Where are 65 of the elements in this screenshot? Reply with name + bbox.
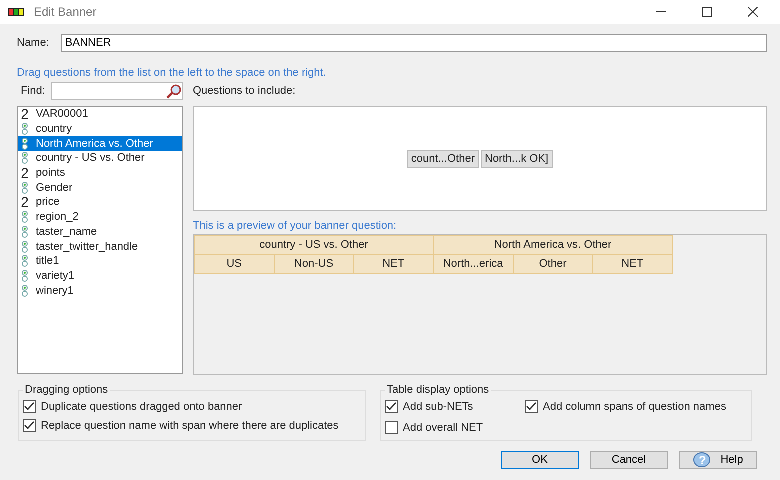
categorical-icon [21,123,29,136]
numeric-icon: 2 [20,166,30,180]
span-header: country - US vs. Other [194,236,434,254]
column-header: NET [592,254,672,274]
window-title: Edit Banner [34,5,97,19]
question-item[interactable]: North America vs. Other [18,136,182,152]
column-header: NET [354,254,434,274]
option-label: Add sub-NETs [403,400,474,412]
find-field[interactable] [51,82,183,100]
categorical-icon [21,182,29,194]
question-item[interactable]: taster_twitter_handle [18,239,182,254]
question-item[interactable]: region_2 [18,210,182,224]
option-label: Add overall NET [403,422,484,434]
maximize-icon[interactable] [702,7,712,17]
question-chip[interactable]: North...k OK] [481,150,553,168]
question-item[interactable]: taster_name [18,224,182,240]
checkbox[interactable] [23,400,36,413]
question-item[interactable]: winery1 [18,283,182,298]
numeric-icon: 2 [20,107,30,122]
option-label: Duplicate questions dragged onto banner [41,400,242,412]
help-icon: ? [692,452,713,468]
categorical-icon [21,270,29,282]
categorical-icon [21,240,29,253]
close-icon[interactable] [748,7,758,17]
search-icon[interactable] [166,84,182,98]
checkbox[interactable] [385,400,398,413]
column-header: Other [513,254,593,274]
question-item[interactable]: 2 price [18,195,182,210]
checkbox[interactable] [525,400,538,413]
question-item[interactable]: country [18,122,182,136]
categorical-icon [21,211,29,224]
column-header: US [194,254,274,274]
help-button[interactable]: ? Help [679,451,757,469]
name-label: Name: [17,37,50,49]
checkbox[interactable] [385,421,398,434]
instruction-text: Drag questions from the list on the left to the space on the right. [17,67,328,79]
group-title: Dragging options [24,384,110,396]
column-header: Non-US [274,254,354,274]
span-header: North America vs. Other [434,236,672,254]
column-header: North...erica [434,254,514,274]
question-chip[interactable]: count...Other [407,150,479,168]
group-title: Table display options [386,384,490,396]
question-item[interactable]: title1 [18,254,182,269]
drop-area[interactable]: count...Other North...k OK] [193,106,767,211]
categorical-icon [21,138,29,150]
name-field[interactable]: BANNER [61,34,767,52]
include-label: Questions to include: [193,85,297,97]
question-item[interactable]: country - US vs. Other [18,151,182,166]
option-label: Replace question name with span where there are duplicates [41,420,339,432]
option-label: Add column spans of question names [543,400,726,412]
find-label: Find: [21,85,46,97]
app-icon [8,8,24,16]
ok-button[interactable]: OK [501,451,579,469]
categorical-icon [21,255,29,268]
question-item[interactable]: 2 points [18,166,182,180]
categorical-icon [21,226,29,238]
preview-label: This is a preview of your banner question: [193,220,398,232]
question-item[interactable]: variety1 [18,268,182,284]
checkbox[interactable] [23,419,36,432]
numeric-icon: 2 [20,195,30,210]
question-item[interactable]: Gender [18,180,182,196]
cancel-button[interactable]: Cancel [590,451,668,469]
question-item[interactable]: 2 VAR00001 [18,107,182,122]
categorical-icon [21,284,29,297]
categorical-icon [21,152,29,164]
